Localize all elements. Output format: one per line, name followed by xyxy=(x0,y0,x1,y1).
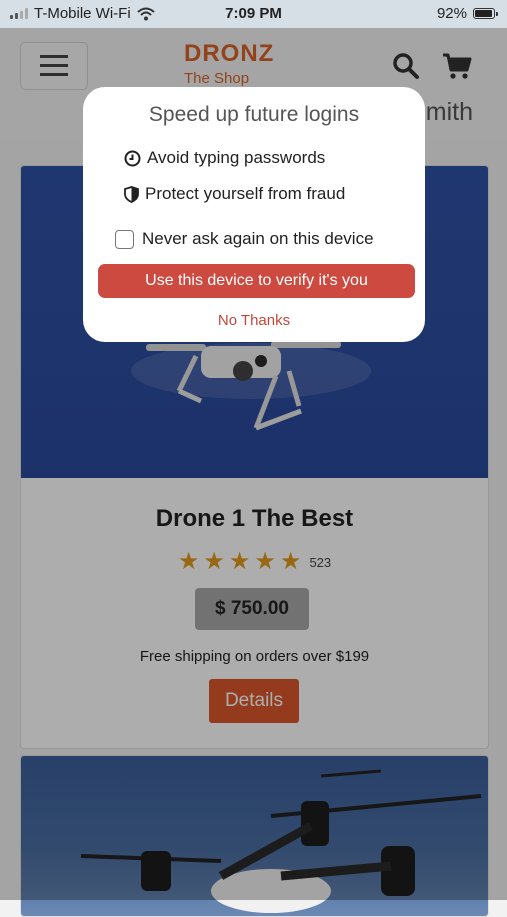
clock-icon xyxy=(124,150,141,166)
no-thanks-link[interactable]: No Thanks xyxy=(83,312,425,329)
never-ask-label[interactable]: Never ask again on this device xyxy=(142,229,374,249)
battery-percent: 92% xyxy=(436,5,467,22)
login-prompt-dialog: Speed up future logins Avoid typing pass… xyxy=(83,87,425,342)
battery-icon xyxy=(473,8,498,19)
benefit-item: Avoid typing passwords xyxy=(124,148,325,168)
verify-device-button[interactable]: Use this device to verify it's you xyxy=(98,264,415,298)
status-bar: T-Mobile Wi-Fi 7:09 PM 92% xyxy=(0,0,507,28)
never-ask-checkbox-row[interactable]: Never ask again on this device xyxy=(115,229,374,249)
battery: 92% xyxy=(436,5,498,22)
shield-icon xyxy=(124,185,139,203)
never-ask-checkbox[interactable] xyxy=(115,229,134,249)
dialog-title: Speed up future logins xyxy=(148,103,360,126)
benefit-label: Avoid typing passwords xyxy=(147,148,326,167)
benefit-item: Protect yourself from fraud xyxy=(124,184,345,204)
status-time: 7:09 PM xyxy=(225,5,282,22)
benefit-label: Protect yourself from fraud xyxy=(145,184,346,203)
